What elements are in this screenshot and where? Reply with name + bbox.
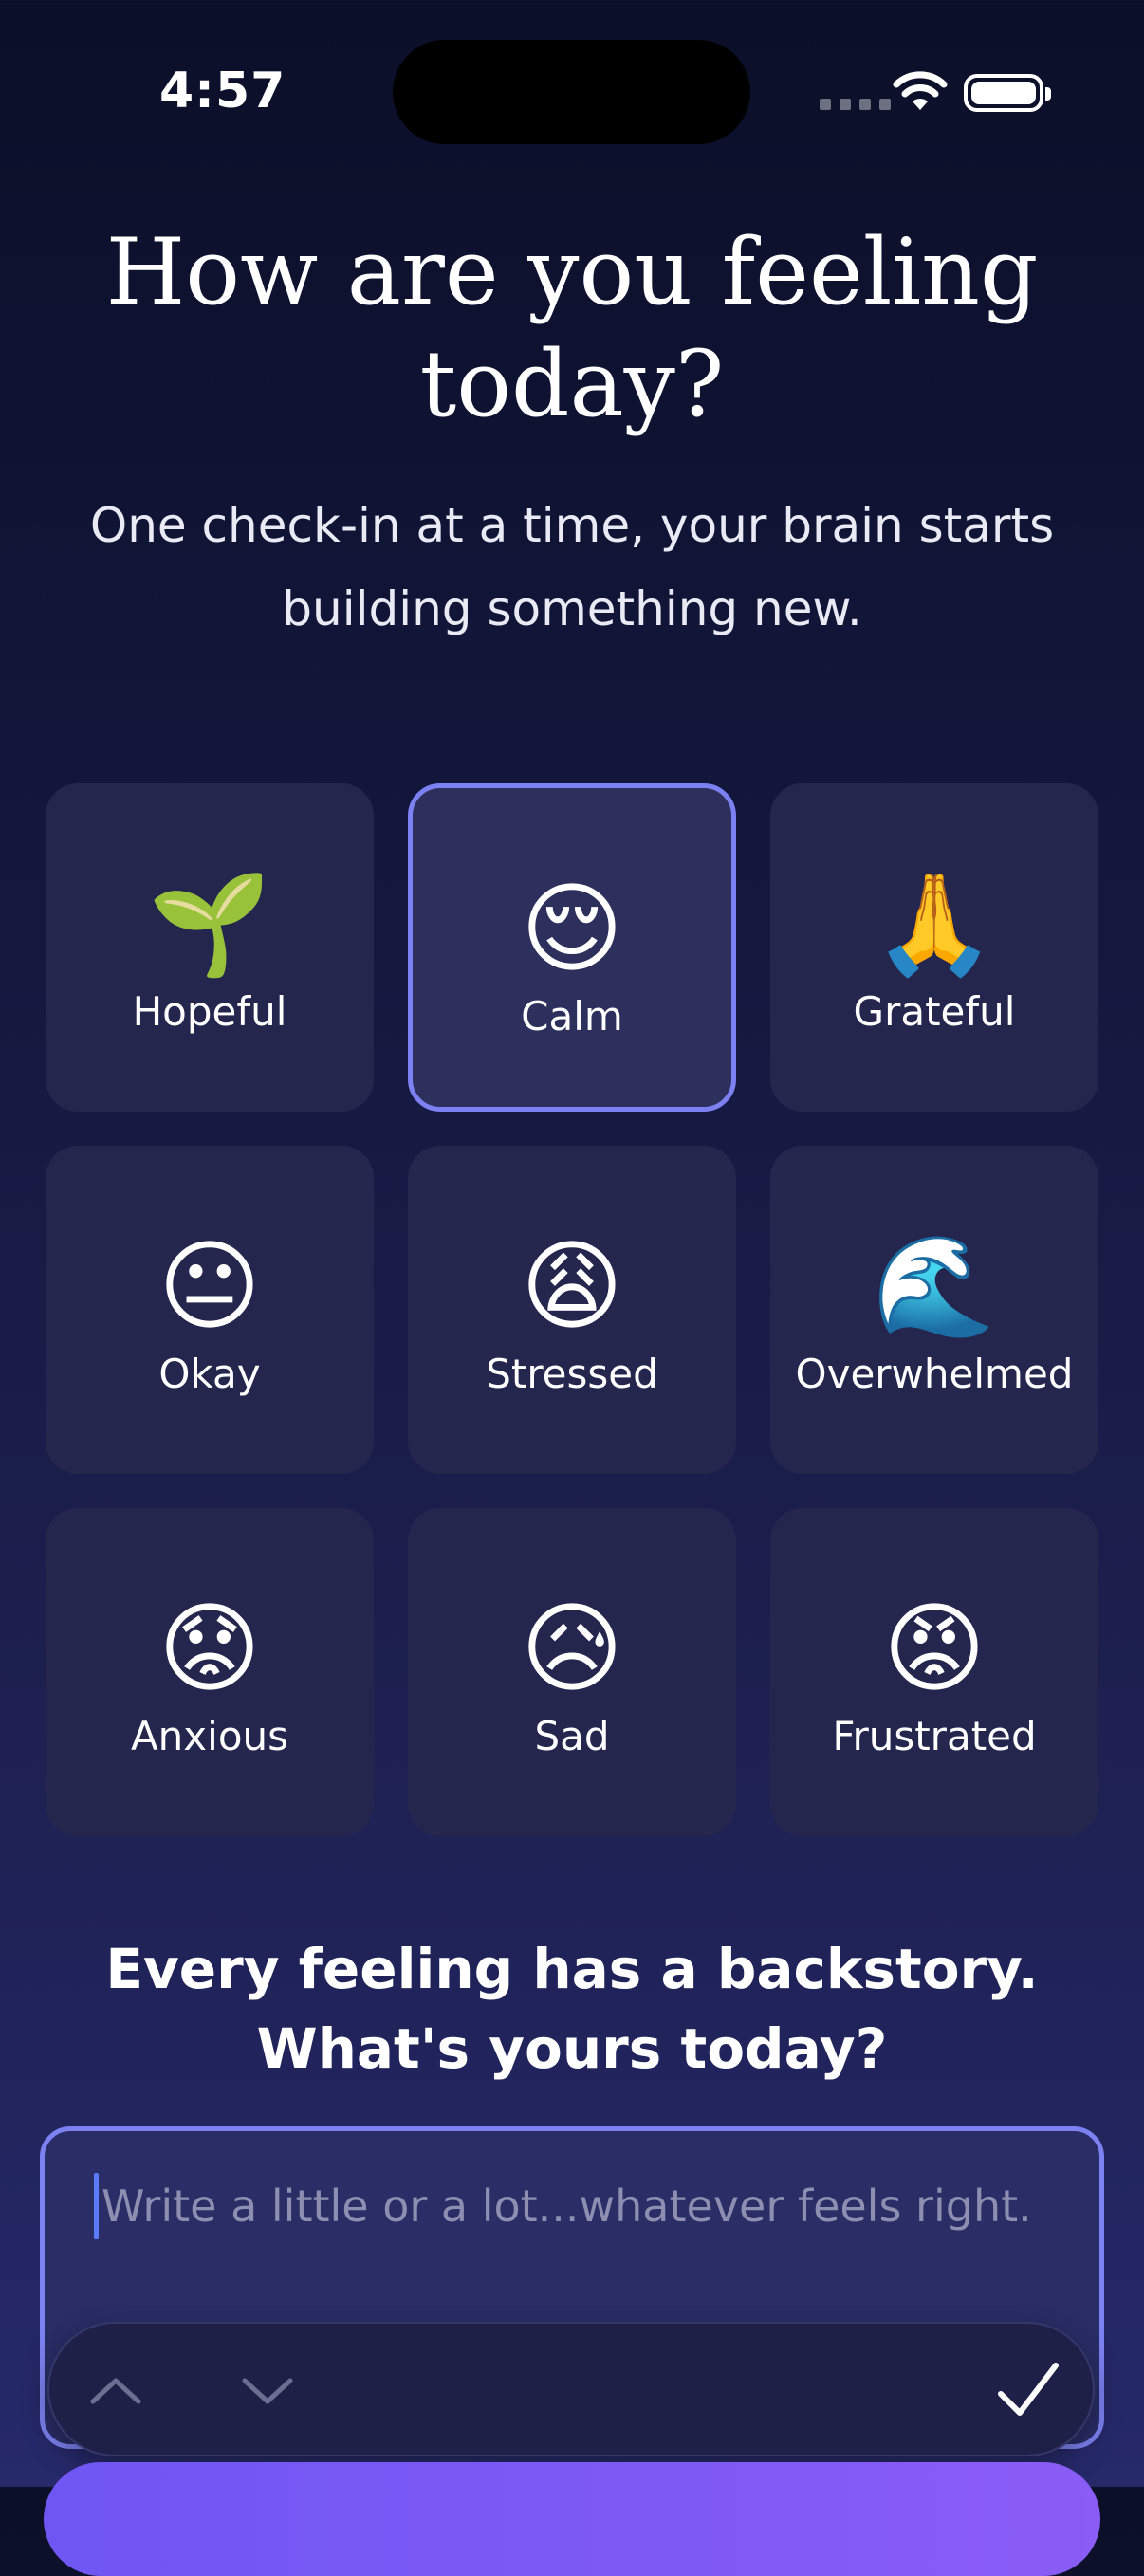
mood-label: Hopeful bbox=[132, 988, 287, 1035]
keyboard-toolbar bbox=[47, 2322, 1095, 2456]
journal-placeholder: Write a little or a lot...whatever feels… bbox=[101, 2180, 1032, 2232]
neutral-face-icon: 😐 bbox=[157, 1228, 262, 1344]
mood-card-grateful[interactable]: 🙏 Grateful bbox=[770, 783, 1098, 1112]
checkmark-icon bbox=[998, 2363, 1059, 2416]
mood-card-frustrated[interactable]: 😡 Frustrated bbox=[770, 1508, 1098, 1836]
mood-label: Anxious bbox=[130, 1713, 289, 1759]
mood-label: Grateful bbox=[853, 988, 1016, 1035]
mood-card-stressed[interactable]: 😩 Stressed bbox=[408, 1146, 736, 1474]
mood-card-sad[interactable]: 😥 Sad bbox=[408, 1508, 736, 1836]
continue-button[interactable] bbox=[44, 2462, 1100, 2576]
sad-relieved-face-icon: 😥 bbox=[520, 1591, 624, 1706]
worried-face-icon: 😟 bbox=[157, 1591, 262, 1706]
mood-label: Overwhelmed bbox=[795, 1351, 1074, 1397]
weary-face-icon: 😩 bbox=[520, 1228, 624, 1344]
journal-prompt: Every feeling has a backstory. What's yo… bbox=[105, 1937, 1039, 2081]
mood-label: Sad bbox=[534, 1713, 610, 1759]
mood-grid: 🌱 Hopeful 😌 Calm 🙏 Grateful 😐 Okay 😩 Str… bbox=[46, 783, 1098, 1836]
status-time: 4:57 bbox=[159, 63, 286, 120]
text-cursor bbox=[94, 2173, 99, 2239]
next-field-button[interactable] bbox=[220, 2343, 315, 2438]
water-wave-icon: 🌊 bbox=[873, 1228, 996, 1344]
relieved-face-icon: 😌 bbox=[520, 871, 624, 986]
wifi-icon bbox=[893, 71, 948, 110]
chevron-up-icon bbox=[90, 2378, 141, 2404]
done-button[interactable] bbox=[981, 2343, 1076, 2438]
chevron-down-icon bbox=[242, 2378, 293, 2404]
mood-label: Okay bbox=[158, 1351, 261, 1397]
page-title: How are you feeling today? bbox=[105, 219, 1039, 437]
status-bar: 4:57 bbox=[0, 0, 1144, 171]
cellular-signal-icon bbox=[820, 99, 891, 110]
previous-field-button[interactable] bbox=[68, 2343, 163, 2438]
folded-hands-icon: 🙏 bbox=[873, 866, 996, 982]
mood-card-calm[interactable]: 😌 Calm bbox=[408, 783, 736, 1112]
seedling-icon: 🌱 bbox=[148, 866, 271, 982]
mood-card-hopeful[interactable]: 🌱 Hopeful bbox=[46, 783, 374, 1112]
mood-card-anxious[interactable]: 😟 Anxious bbox=[46, 1508, 374, 1836]
mood-card-overwhelmed[interactable]: 🌊 Overwhelmed bbox=[770, 1146, 1098, 1474]
dynamic-island bbox=[393, 40, 750, 144]
mood-card-okay[interactable]: 😐 Okay bbox=[46, 1146, 374, 1474]
page-subtitle: One check-in at a time, your brain start… bbox=[89, 498, 1055, 636]
mood-label: Frustrated bbox=[832, 1713, 1037, 1759]
angry-face-icon: 😡 bbox=[882, 1591, 987, 1706]
mood-label: Stressed bbox=[486, 1351, 658, 1397]
battery-icon bbox=[964, 74, 1051, 112]
mood-label: Calm bbox=[521, 993, 623, 1040]
